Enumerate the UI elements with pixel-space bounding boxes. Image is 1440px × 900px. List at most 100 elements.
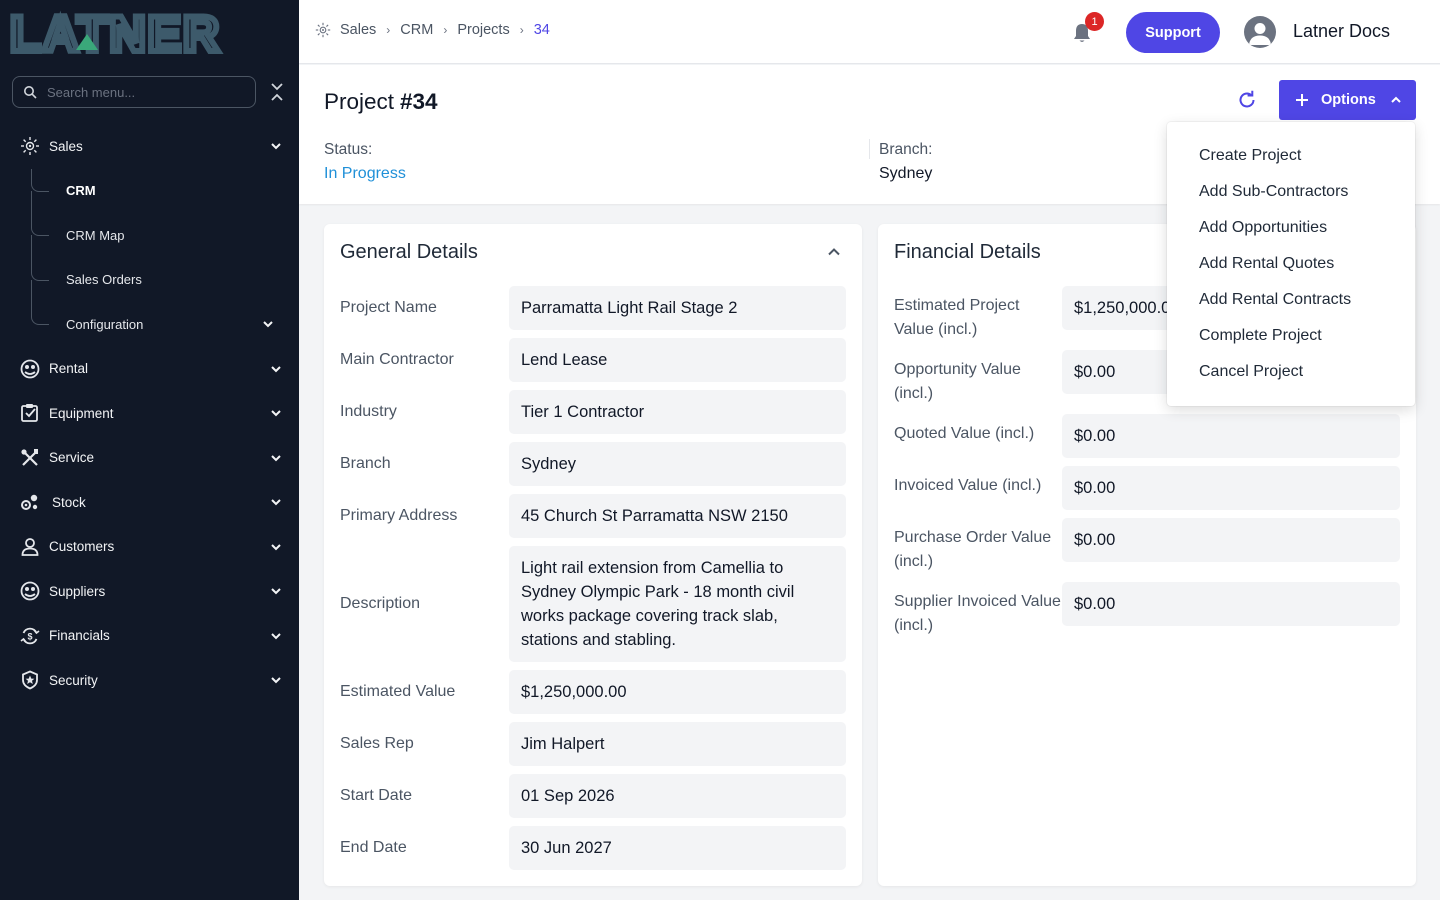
project-name-field[interactable]: Parramatta Light Rail Stage 2 xyxy=(509,286,846,330)
topbar: Sales › CRM › Projects › 34 1 Support La… xyxy=(299,0,1440,64)
menu-item-add-sub-contractors[interactable]: Add Sub-Contractors xyxy=(1167,174,1415,210)
sidebar-item-financials[interactable]: $ Financials xyxy=(0,614,299,659)
menu-search[interactable] xyxy=(12,76,256,108)
field-label: Main Contractor xyxy=(340,351,454,368)
menu-item-add-opportunities[interactable]: Add Opportunities xyxy=(1167,210,1415,246)
collapse-sidebar-icon[interactable] xyxy=(268,82,286,102)
quoted-value-field[interactable]: $0.00 xyxy=(1062,414,1400,458)
field-label: Industry xyxy=(340,403,397,420)
branch-value: Sydney xyxy=(879,165,933,182)
sidebar: LATNER Sales CRM CRM Map xyxy=(0,0,299,900)
sidebar-item-label: Rental xyxy=(49,361,89,377)
branch-label: Branch: xyxy=(879,141,933,158)
sidebar-subitem-label: CRM xyxy=(66,183,96,199)
options-dropdown-menu: Create Project Add Sub-Contractors Add O… xyxy=(1167,122,1415,406)
sidebar-item-label: Stock xyxy=(52,494,86,510)
menu-item-add-rental-quotes[interactable]: Add Rental Quotes xyxy=(1167,246,1415,282)
field-label: Primary Address xyxy=(340,507,458,524)
menu-item-create-project[interactable]: Create Project xyxy=(1167,138,1415,174)
sidebar-subitem-crm[interactable]: CRM xyxy=(0,168,299,214)
search-icon xyxy=(24,86,37,99)
sidebar-item-label: Financials xyxy=(49,628,110,644)
end-date-field[interactable]: 30 Jun 2027 xyxy=(509,826,846,870)
chevron-up-icon[interactable] xyxy=(826,244,842,260)
divider xyxy=(869,139,870,159)
primary-address-field[interactable]: 45 Church St Parramatta NSW 2150 xyxy=(509,494,846,538)
card-title: General Details xyxy=(340,241,478,263)
sidebar-subitem-label: Configuration xyxy=(66,316,144,332)
service-icon xyxy=(20,448,40,468)
sidebar-item-security[interactable]: Security xyxy=(0,658,299,703)
field-label: Quoted Value (incl.) xyxy=(894,425,1035,442)
equipment-icon xyxy=(20,403,40,423)
menu-item-cancel-project[interactable]: Cancel Project xyxy=(1167,354,1415,390)
chevron-down-icon xyxy=(271,365,281,372)
support-button[interactable]: Support xyxy=(1126,12,1220,53)
sidebar-subitem-crm-map[interactable]: CRM Map xyxy=(0,213,299,258)
breadcrumb-projects[interactable]: Projects xyxy=(457,22,509,38)
general-details-card: General Details Project Name Parramatta … xyxy=(324,224,862,886)
sidebar-subitem-label: Sales Orders xyxy=(66,272,142,288)
description-field[interactable]: Light rail extension from Camellia to Sy… xyxy=(509,546,846,662)
sidebar-item-sales[interactable]: Sales xyxy=(0,124,299,169)
menu-search-input[interactable] xyxy=(47,84,237,100)
logo-text: LATNER xyxy=(10,8,221,56)
breadcrumb-crm[interactable]: CRM xyxy=(400,22,433,38)
sidebar-item-equipment[interactable]: Equipment xyxy=(0,391,299,436)
sidebar-item-service[interactable]: Service xyxy=(0,436,299,481)
sidebar-item-label: Service xyxy=(49,450,95,466)
chevron-down-icon xyxy=(271,410,281,417)
user-name[interactable]: Latner Docs xyxy=(1293,21,1390,42)
supplier-invoiced-value-field[interactable]: $0.00 xyxy=(1062,582,1400,626)
field-label: Purchase Order Value (incl.) xyxy=(894,529,1052,570)
avatar[interactable] xyxy=(1244,16,1276,48)
main-contractor-field[interactable]: Lend Lease xyxy=(509,338,846,382)
estimated-value-field[interactable]: $1,250,000.00 xyxy=(509,670,846,714)
sidebar-item-label: Customers xyxy=(49,539,115,555)
breadcrumb-sales[interactable]: Sales xyxy=(340,22,376,38)
sidebar-item-customers[interactable]: Customers xyxy=(0,525,299,570)
page-title: Project #34 xyxy=(324,89,438,115)
start-date-field[interactable]: 01 Sep 2026 xyxy=(509,774,846,818)
chevron-down-icon xyxy=(271,677,281,684)
sidebar-item-label: Suppliers xyxy=(49,583,106,599)
breadcrumb: Sales › CRM › Projects › 34 xyxy=(315,22,550,38)
chevron-down-icon xyxy=(271,143,281,150)
sidebar-subitem-sales-orders[interactable]: Sales Orders xyxy=(0,257,299,303)
sidebar-nav: Sales CRM CRM Map Sales Orders Configura… xyxy=(0,124,299,703)
chevron-right-icon: › xyxy=(519,23,524,37)
card-title: Financial Details xyxy=(894,241,1041,263)
shield-icon xyxy=(20,670,40,690)
suppliers-icon xyxy=(20,581,40,601)
sidebar-item-suppliers[interactable]: Suppliers xyxy=(0,569,299,614)
industry-field[interactable]: Tier 1 Contractor xyxy=(509,390,846,434)
branch-field[interactable]: Sydney xyxy=(509,442,846,486)
field-label: Start Date xyxy=(340,787,413,804)
field-label: Estimated Value xyxy=(340,683,456,700)
sales-icon xyxy=(20,136,40,156)
sidebar-item-label: Security xyxy=(49,672,98,688)
options-button[interactable]: Options xyxy=(1279,80,1416,120)
field-label: Supplier Invoiced Value (incl.) xyxy=(894,593,1061,634)
sidebar-subitem-configuration[interactable]: Configuration xyxy=(0,302,299,347)
chevron-right-icon: › xyxy=(386,23,391,37)
refresh-icon[interactable] xyxy=(1236,89,1258,111)
plus-icon xyxy=(1296,94,1308,106)
invoiced-value-field[interactable]: $0.00 xyxy=(1062,466,1400,510)
field-label: Sales Rep xyxy=(340,735,414,752)
menu-item-add-rental-contracts[interactable]: Add Rental Contracts xyxy=(1167,282,1415,318)
sidebar-item-label: Sales xyxy=(49,138,83,154)
chevron-down-icon xyxy=(271,632,281,639)
user-icon xyxy=(1249,23,1271,45)
notification-badge: 1 xyxy=(1085,12,1104,31)
purchase-order-value-field[interactable]: $0.00 xyxy=(1062,518,1400,562)
field-label: Project Name xyxy=(340,299,437,316)
menu-item-complete-project[interactable]: Complete Project xyxy=(1167,318,1415,354)
sidebar-item-rental[interactable]: Rental xyxy=(0,347,299,392)
field-label: End Date xyxy=(340,839,407,856)
sales-rep-field[interactable]: Jim Halpert xyxy=(509,722,846,766)
field-label: Invoiced Value (incl.) xyxy=(894,477,1042,494)
field-label: Branch xyxy=(340,455,391,472)
latner-logo[interactable]: LATNER xyxy=(10,8,280,56)
sidebar-item-stock[interactable]: Stock xyxy=(0,480,299,525)
